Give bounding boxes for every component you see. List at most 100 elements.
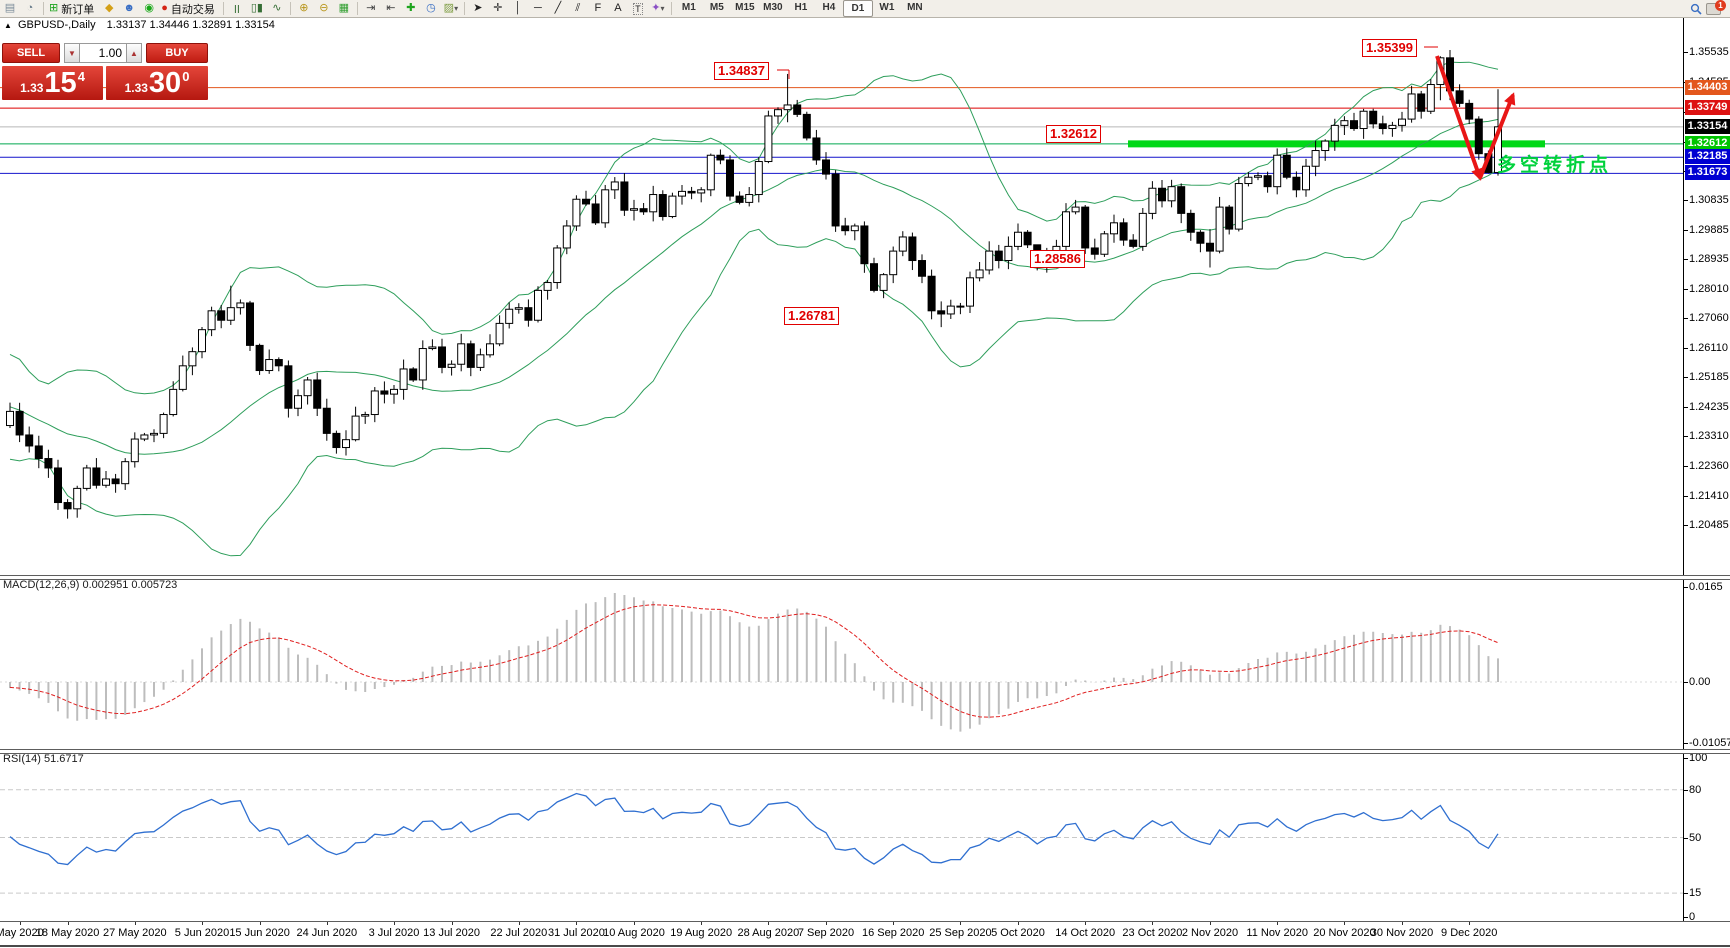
candle-body [1139, 213, 1146, 246]
candle-body [583, 199, 590, 204]
trend-arrow[interactable] [1437, 56, 1480, 178]
vertical-line-tool-icon[interactable]: │ [508, 1, 528, 16]
main-chart-area[interactable] [0, 47, 1683, 556]
buy-button[interactable]: BUY [146, 43, 208, 63]
search-icon[interactable] [1686, 1, 1706, 16]
price-annotation[interactable]: 1.34837 [714, 62, 769, 80]
timeframe-MN[interactable]: MN [901, 0, 929, 15]
rsi-panel[interactable] [0, 790, 1683, 893]
candle-body [1466, 103, 1473, 119]
candle-body [755, 162, 762, 195]
sell-price-point: 4 [78, 69, 85, 84]
timeframe-M15[interactable]: M15 [731, 0, 759, 15]
candle-body [535, 290, 542, 320]
candle-body [179, 366, 186, 390]
candle-body [410, 369, 417, 380]
trend-note[interactable]: 多空转折点 [1497, 150, 1612, 177]
date-axis[interactable]: May 202018 May 202027 May 20205 Jun 2020… [0, 923, 1730, 945]
buy-price-display[interactable]: 1.33 30 0 [106, 66, 208, 100]
sell-price-base: 1.33 [20, 81, 43, 95]
price-annotation[interactable]: 1.28586 [1030, 250, 1085, 268]
candle-body [1418, 94, 1425, 111]
macd-panel[interactable] [0, 593, 1683, 732]
auto-trading-button[interactable]: ● 自动交易 [159, 1, 220, 16]
arrows-tool-icon[interactable]: ✦▾ [648, 1, 668, 16]
candle-body [266, 360, 273, 371]
volume-decrease-button[interactable]: ▼ [64, 43, 80, 63]
zoom-in-icon[interactable]: ⊕ [294, 1, 314, 16]
collapse-arrow-icon[interactable]: ▲ [4, 21, 12, 30]
price-annotation[interactable]: 1.26781 [784, 307, 839, 325]
candle-body [237, 303, 244, 308]
candle-body [1264, 176, 1271, 187]
candle-body [688, 191, 695, 193]
zoom-out-icon[interactable]: ⊖ [314, 1, 334, 16]
price-annotation[interactable]: 1.35399 [1362, 39, 1417, 57]
timeframe-M5[interactable]: M5 [703, 0, 731, 15]
new-order-button[interactable]: ⊞ 新订单 [47, 1, 99, 16]
new-chart-icon[interactable]: ▤ [0, 1, 20, 16]
crosshair-tool-icon[interactable]: ✛ [488, 1, 508, 16]
channel-tool-icon[interactable]: ⫽ [568, 1, 588, 16]
sell-price-display[interactable]: 1.33 15 4 [2, 66, 103, 100]
candle-body [698, 190, 705, 193]
candle-body [1226, 207, 1233, 229]
expert-advisor-icon[interactable]: ◆ [99, 1, 119, 16]
signal-icon[interactable]: ◉ [139, 1, 159, 16]
candle-body [957, 306, 964, 307]
timeframe-W1[interactable]: W1 [873, 0, 901, 15]
axis-tick-mark [1684, 466, 1688, 467]
text-tool-icon[interactable]: A [608, 1, 628, 16]
timeframe-H4[interactable]: H4 [815, 0, 843, 15]
timeframe-D1[interactable]: D1 [843, 0, 873, 17]
bar-chart-icon[interactable]: ꞁꞁ [227, 1, 247, 16]
cursor-tool-icon[interactable]: ➤ [468, 1, 488, 16]
line-chart-icon[interactable]: ∿ [267, 1, 287, 16]
candle-body [1207, 243, 1214, 251]
candlestick-chart-icon[interactable]: ▯▮ [247, 1, 267, 16]
candle-body [871, 264, 878, 291]
notifications-button[interactable]: 1 [1706, 1, 1724, 16]
text-label-tool-icon[interactable]: T [628, 1, 648, 16]
candle-body [131, 439, 138, 462]
fibonacci-tool-icon[interactable]: F [588, 1, 608, 16]
price-annotation[interactable]: 1.32612 [1046, 125, 1101, 143]
trendline-tool-icon[interactable]: ╱ [548, 1, 568, 16]
axis-tick-mark [1684, 893, 1688, 894]
candle-body [1072, 207, 1079, 212]
profile-icon[interactable]: ☻ [119, 1, 139, 16]
chart-shift-icon[interactable]: ⇤ [381, 1, 401, 16]
tile-windows-icon[interactable]: ▦ [334, 1, 354, 16]
bollinger-band-line [10, 62, 1498, 394]
timeframe-H1[interactable]: H1 [787, 0, 815, 15]
timeframe-M1[interactable]: M1 [675, 0, 703, 15]
chart-canvas[interactable] [0, 0, 1730, 948]
volume-increase-button[interactable]: ▲ [126, 43, 142, 63]
sell-button[interactable]: SELL [2, 43, 60, 63]
candle-body [775, 110, 782, 116]
candle-body [1091, 248, 1098, 254]
macd-panel-separator[interactable] [0, 575, 1730, 580]
timeframe-M30[interactable]: M30 [759, 0, 787, 15]
date-label: 10 Aug 2020 [603, 927, 665, 939]
price-badge: 1.34403 [1685, 80, 1730, 95]
rsi-panel-separator[interactable] [0, 749, 1730, 754]
auto-scroll-icon[interactable]: ⇥ [361, 1, 381, 16]
templates-icon[interactable]: ▨▾ [441, 1, 461, 16]
candle-body [1130, 240, 1137, 246]
candle-body [1303, 166, 1310, 190]
date-label: 25 Sep 2020 [929, 927, 991, 939]
horizontal-line-tool-icon[interactable]: ─ [528, 1, 548, 16]
indicators-icon[interactable]: ✚ [401, 1, 421, 16]
price-axis[interactable]: 1.355351.345851.336351.326851.317351.308… [1683, 17, 1730, 921]
candle-body [976, 270, 983, 278]
candle-body [371, 391, 378, 415]
candle-body [1235, 184, 1242, 230]
axis-tick-mark [1684, 838, 1688, 839]
volume-input[interactable] [80, 43, 126, 63]
buy-price-base: 1.33 [125, 81, 148, 95]
chart-preview-icon[interactable]: ◔ [20, 1, 40, 16]
price-tick-label: 1.25185 [1689, 371, 1729, 383]
axis-tick-mark [1684, 318, 1688, 319]
periods-icon[interactable]: ◷ [421, 1, 441, 16]
